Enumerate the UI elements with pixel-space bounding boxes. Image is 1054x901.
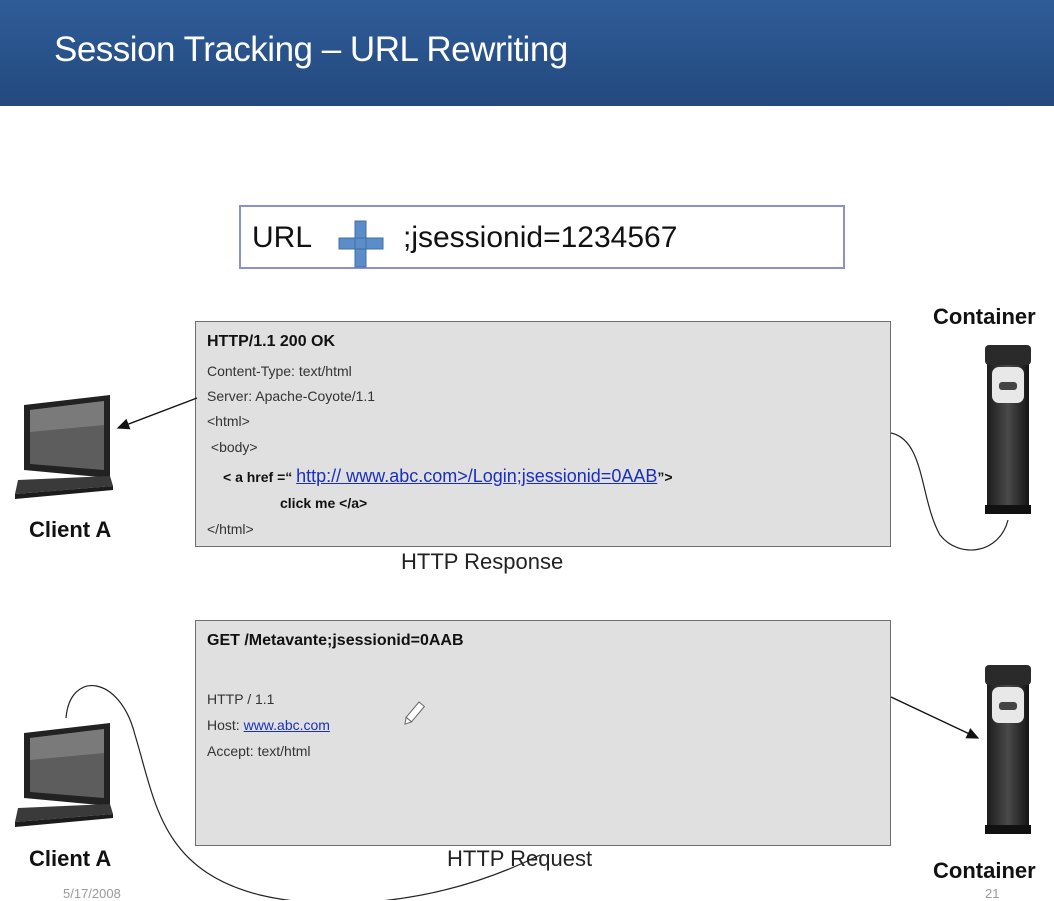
slide-header: Session Tracking – URL Rewriting — [0, 0, 1054, 106]
request-arrow — [890, 696, 980, 739]
response-body-open: <body> — [207, 439, 258, 455]
response-html-open: <html> — [207, 413, 250, 429]
request-host-line: Host: www.abc.com — [207, 717, 330, 733]
anchor-suffix: ”> — [657, 469, 673, 485]
laptop-icon-bottom — [15, 723, 113, 827]
http-request-caption: HTTP Request — [447, 846, 593, 871]
http-response-caption: HTTP Response — [401, 549, 564, 574]
anchor-prefix: < a href =“ — [223, 469, 293, 485]
server-icon-top — [985, 345, 1031, 514]
request-line: GET /Metavante;jsessionid=0AAB — [207, 632, 464, 649]
url-rewrite-box: URL ;jsessionid=1234567 — [239, 205, 845, 269]
laptop-icon-top — [15, 395, 113, 499]
response-html-close: </html> — [207, 521, 254, 537]
response-arrow — [116, 397, 198, 430]
request-accept: Accept: text/html — [207, 743, 311, 759]
http-response-panel: HTTP/1.1 200 OK Content-Type: text/html … — [195, 321, 891, 547]
anchor-text: click me </a> — [280, 495, 368, 511]
slide-page-number: 21 — [985, 886, 1000, 901]
host-link[interactable]: www.abc.com — [244, 717, 330, 733]
host-label: Host: — [207, 717, 244, 733]
container-label-bottom: Container — [933, 858, 1036, 883]
anchor-url-link[interactable]: http:// www.abc.com>/Login;jsessionid=0A… — [296, 466, 657, 486]
response-anchor-line: < a href =“ http:// www.abc.com>/Login;j… — [223, 466, 673, 487]
url-label: URL — [252, 221, 313, 254]
response-connector — [890, 432, 1009, 551]
session-param: ;jsessionid=1234567 — [403, 221, 678, 254]
response-status-line: HTTP/1.1 200 OK — [207, 333, 336, 350]
server-icon-bottom — [985, 665, 1031, 834]
response-content-type: Content-Type: text/html — [207, 363, 352, 379]
client-a-label-top: Client A — [29, 517, 112, 542]
response-server: Server: Apache-Coyote/1.1 — [207, 388, 376, 404]
plus-icon — [338, 220, 384, 268]
slide-date: 5/17/2008 — [63, 886, 121, 901]
request-protocol: HTTP / 1.1 — [207, 691, 275, 707]
http-request-panel: GET /Metavante;jsessionid=0AAB HTTP / 1.… — [195, 620, 891, 846]
container-label-top: Container — [933, 304, 1036, 329]
slide-title: Session Tracking – URL Rewriting — [54, 30, 568, 69]
client-a-label-bottom: Client A — [29, 846, 112, 871]
